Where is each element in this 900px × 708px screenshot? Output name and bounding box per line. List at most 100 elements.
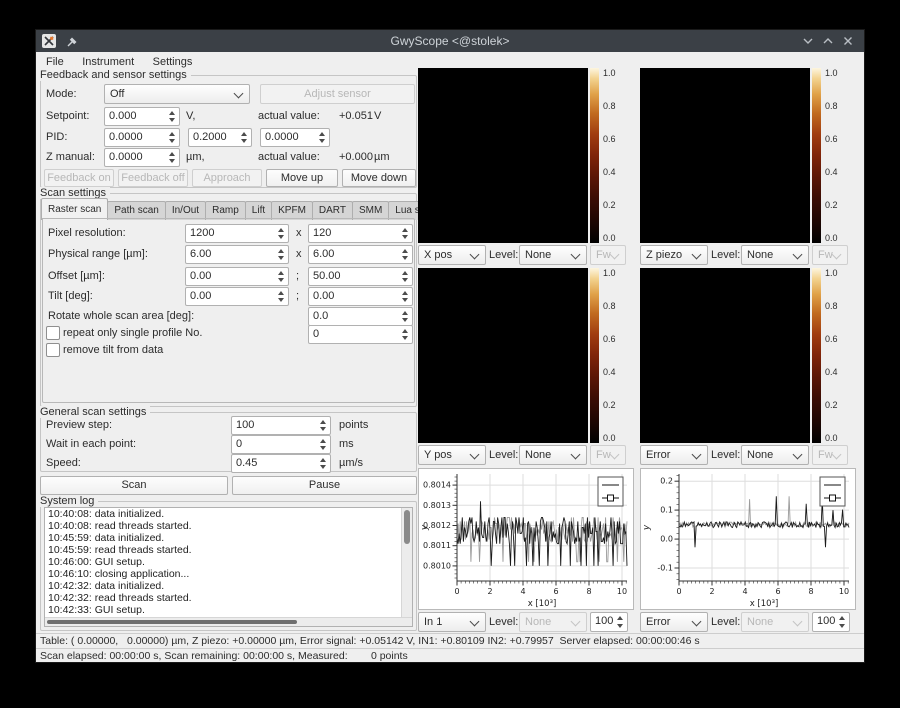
spin-up-icon[interactable]: [320, 439, 326, 443]
level-combo[interactable]: None: [519, 445, 587, 465]
tab-raster-scan[interactable]: Raster scan: [41, 198, 109, 220]
spin-down-icon[interactable]: [278, 256, 284, 260]
move-up-button[interactable]: Move up: [266, 169, 338, 187]
svg-text:0.8011: 0.8011: [423, 541, 451, 550]
spin-down-icon[interactable]: [320, 427, 326, 431]
spin-down-icon[interactable]: [402, 318, 408, 322]
spin-up-icon[interactable]: [278, 249, 284, 253]
spin-down-icon[interactable]: [320, 446, 326, 450]
spin-down-icon[interactable]: [320, 465, 326, 469]
scan-button[interactable]: Scan: [40, 476, 228, 495]
spin-up-icon[interactable]: [169, 132, 175, 136]
signal-combo[interactable]: In 1: [418, 612, 486, 632]
close-button[interactable]: [840, 33, 856, 49]
points-spinbox[interactable]: 100: [590, 612, 628, 632]
system-log[interactable]: 10:40:08: data initialized. 10:40:08: re…: [44, 507, 413, 627]
physical-range-y-spinbox[interactable]: 6.00: [308, 245, 413, 264]
spin-down-icon[interactable]: [839, 624, 845, 628]
spin-up-icon[interactable]: [402, 291, 408, 295]
vertical-scrollbar[interactable]: [401, 508, 412, 619]
repeat-profile-checkbox[interactable]: [46, 326, 60, 340]
pause-button[interactable]: Pause: [232, 476, 417, 495]
spin-up-icon[interactable]: [839, 616, 845, 620]
spin-up-icon[interactable]: [169, 152, 175, 156]
profile-plot[interactable]: 0 2 4 6 8 10 0.8010 0.8011 0.8012 0.8013 0.8014 y x …: [418, 468, 634, 610]
maximize-button[interactable]: [820, 33, 836, 49]
spin-down-icon[interactable]: [278, 298, 284, 302]
signal-combo[interactable]: Error: [640, 445, 708, 465]
spin-down-icon[interactable]: [402, 298, 408, 302]
spin-up-icon[interactable]: [402, 329, 408, 333]
spin-up-icon[interactable]: [278, 291, 284, 295]
horizontal-scrollbar[interactable]: [45, 617, 412, 626]
level-combo[interactable]: None: [741, 445, 809, 465]
rotate-spinbox[interactable]: 0.0: [308, 307, 413, 326]
titlebar[interactable]: GwyScope <@stolek>: [36, 30, 864, 52]
spin-down-icon[interactable]: [278, 235, 284, 239]
points-spinbox[interactable]: 100: [812, 612, 850, 632]
tilt-x-spinbox[interactable]: 0.00: [185, 287, 289, 306]
physical-range-x-spinbox[interactable]: 6.00: [185, 245, 289, 264]
offset-x-spinbox[interactable]: 0.00: [185, 267, 289, 286]
signal-combo[interactable]: Y pos: [418, 445, 486, 465]
spin-down-icon[interactable]: [617, 624, 623, 628]
move-down-button[interactable]: Move down: [342, 169, 416, 187]
colorbar-tick: 0.6: [603, 134, 616, 144]
signal-value: Z piezo: [646, 249, 683, 261]
zmanual-actual-value: +0.000: [339, 151, 373, 163]
pid-p-spinbox[interactable]: 0.0000: [104, 128, 180, 147]
spin-up-icon[interactable]: [402, 311, 408, 315]
scan-image[interactable]: [418, 68, 588, 243]
spin-up-icon[interactable]: [241, 132, 247, 136]
spin-down-icon[interactable]: [169, 159, 175, 163]
spin-down-icon[interactable]: [319, 139, 325, 143]
wait-spinbox[interactable]: 0: [231, 435, 331, 454]
zmanual-spinbox[interactable]: 0.0000: [104, 148, 180, 167]
spin-down-icon[interactable]: [402, 235, 408, 239]
signal-combo[interactable]: X pos: [418, 245, 486, 265]
pixel-resolution-x-spinbox[interactable]: 1200: [185, 224, 289, 243]
spin-down-icon[interactable]: [278, 278, 284, 282]
mode-combo[interactable]: Off: [104, 84, 250, 104]
level-combo[interactable]: None: [741, 245, 809, 265]
spin-up-icon[interactable]: [320, 458, 326, 462]
signal-combo[interactable]: Error: [640, 612, 708, 632]
spin-up-icon[interactable]: [278, 271, 284, 275]
spin-down-icon[interactable]: [402, 256, 408, 260]
direction-combo: Fw: [590, 445, 626, 465]
spin-up-icon[interactable]: [402, 228, 408, 232]
remove-tilt-checkbox[interactable]: [46, 343, 60, 357]
pid-i-spinbox[interactable]: 0.2000: [188, 128, 252, 147]
scan-image[interactable]: [640, 268, 810, 443]
spin-down-icon[interactable]: [402, 336, 408, 340]
repeat-profile-spinbox[interactable]: 0: [308, 325, 413, 344]
spin-up-icon[interactable]: [278, 228, 284, 232]
signal-combo[interactable]: Z piezo: [640, 245, 708, 265]
setpoint-spinbox[interactable]: 0.000: [104, 107, 180, 126]
spin-down-icon[interactable]: [241, 139, 247, 143]
scan-image[interactable]: [640, 68, 810, 243]
level-combo[interactable]: None: [519, 245, 587, 265]
spin-up-icon[interactable]: [402, 249, 408, 253]
tilt-y-spinbox[interactable]: 0.00: [308, 287, 413, 306]
offset-y-spinbox[interactable]: 50.00: [308, 267, 413, 286]
spin-up-icon[interactable]: [320, 420, 326, 424]
spin-up-icon[interactable]: [169, 111, 175, 115]
preview-step-spinbox[interactable]: 100: [231, 416, 331, 435]
level-value: None: [747, 249, 774, 261]
svg-text:-0.1: -0.1: [657, 564, 673, 573]
pid-d-spinbox[interactable]: 0.0000: [260, 128, 330, 147]
log-entry: 10:45:59: read threads started.: [48, 544, 192, 556]
spin-up-icon[interactable]: [319, 132, 325, 136]
scan-image[interactable]: [418, 268, 588, 443]
pixel-resolution-y-spinbox[interactable]: 120: [308, 224, 413, 243]
speed-spinbox[interactable]: 0.45: [231, 454, 331, 473]
log-entry: 10:42:32: read threads started.: [48, 592, 192, 604]
profile-plot[interactable]: 0 2 4 6 8 10 -0.1 0.0 0.1 0.2 y x [10³]: [640, 468, 856, 610]
minimize-button[interactable]: [800, 33, 816, 49]
spin-down-icon[interactable]: [169, 118, 175, 122]
spin-up-icon[interactable]: [617, 616, 623, 620]
spin-down-icon[interactable]: [169, 139, 175, 143]
spin-down-icon[interactable]: [402, 278, 408, 282]
spin-up-icon[interactable]: [402, 271, 408, 275]
